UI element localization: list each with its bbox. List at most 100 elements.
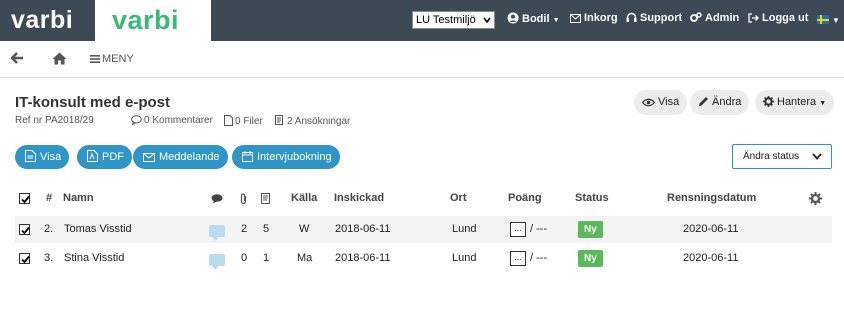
table-row[interactable]: 3. Stina Visstid 0 1 Ma 2018-06-11 Lund … bbox=[15, 245, 832, 272]
source: W bbox=[299, 223, 310, 235]
interview-booking-button[interactable]: Intervjubokning bbox=[232, 145, 340, 169]
user-menu[interactable]: Bodil ▼ bbox=[507, 12, 560, 25]
checkmark-icon bbox=[21, 195, 30, 204]
files-count[interactable]: 0 Filer bbox=[224, 115, 263, 127]
environment-select[interactable]: LU Testmiljö bbox=[412, 11, 495, 29]
manage-menu-button[interactable]: Hantera ▼ bbox=[755, 90, 835, 115]
sub-toolbar: MENY bbox=[0, 41, 844, 78]
score-total: / --- bbox=[530, 223, 548, 235]
status-badge[interactable]: Ny bbox=[578, 250, 603, 267]
gears-icon bbox=[690, 12, 702, 22]
support-link[interactable]: Support bbox=[626, 12, 682, 24]
message-label: Meddelande bbox=[159, 151, 220, 163]
calendar-icon bbox=[242, 151, 253, 162]
swedish-flag-icon[interactable] bbox=[817, 15, 829, 24]
select-all-checkbox[interactable] bbox=[19, 193, 30, 204]
varbi-logo[interactable]: varbi bbox=[0, 0, 95, 41]
city: Lund bbox=[452, 223, 477, 235]
edit-ad-button[interactable]: Ändra bbox=[690, 90, 750, 115]
manage-label: Hantera bbox=[777, 96, 817, 108]
documents-count: 5 bbox=[263, 223, 270, 235]
column-header-cleanup-date[interactable]: Rensningsdatum bbox=[667, 192, 756, 204]
user-icon bbox=[507, 12, 519, 24]
view-applications-label: Visa bbox=[40, 151, 62, 163]
documents-count: 1 bbox=[263, 252, 270, 264]
environment-select-value: LU Testmiljö bbox=[416, 14, 476, 26]
row-checkbox[interactable] bbox=[19, 253, 30, 264]
column-header-status[interactable]: Status bbox=[575, 192, 609, 204]
comment-column-icon bbox=[211, 194, 223, 204]
user-name: Bodil bbox=[522, 13, 550, 25]
logout-link[interactable]: Logga ut bbox=[748, 12, 808, 24]
gear-icon bbox=[763, 96, 774, 107]
applications-count[interactable]: 2 Ansökningar bbox=[275, 115, 350, 127]
row-checkbox[interactable] bbox=[19, 224, 30, 235]
attachments-count: 0 bbox=[241, 252, 248, 264]
view-applications-button[interactable]: Visa bbox=[15, 145, 70, 169]
files-label: 0 Filer bbox=[235, 116, 263, 127]
comments-count[interactable]: 0 Kommentarer bbox=[131, 115, 213, 126]
sign-out-icon bbox=[748, 13, 759, 23]
comment-bubble-icon[interactable] bbox=[209, 225, 225, 241]
column-header-number: # bbox=[46, 192, 53, 204]
pdf-button[interactable]: PDF bbox=[77, 145, 132, 169]
city: Lund bbox=[452, 252, 477, 264]
document-icon bbox=[25, 150, 36, 162]
submitted-date: 2018-06-11 bbox=[335, 252, 391, 264]
column-header-submitted[interactable]: Inskickad bbox=[334, 192, 384, 204]
varbi-logo-secondary[interactable]: varbi bbox=[95, 0, 211, 41]
score-total: / --- bbox=[530, 252, 548, 264]
view-ad-button[interactable]: Visa bbox=[634, 90, 688, 115]
checkmark-icon bbox=[21, 255, 30, 264]
column-header-source[interactable]: Källa bbox=[291, 192, 317, 204]
message-button[interactable]: Meddelande bbox=[133, 145, 228, 169]
main-menu-button[interactable]: MENY bbox=[90, 53, 134, 65]
row-number: 2. bbox=[44, 223, 54, 235]
column-header-city[interactable]: Ort bbox=[450, 192, 467, 204]
column-settings-gear-icon[interactable] bbox=[809, 192, 822, 205]
table-row[interactable]: 2. Tomas Visstid 2 5 W 2018-06-11 Lund .… bbox=[15, 216, 832, 243]
applications-label: 2 Ansökningar bbox=[287, 116, 351, 127]
logout-label: Logga ut bbox=[762, 12, 809, 24]
caret-down-icon: ▼ bbox=[819, 100, 827, 107]
interview-booking-label: Intervjubokning bbox=[257, 151, 332, 163]
home-icon[interactable] bbox=[52, 52, 67, 65]
top-navigation-bar: varbi varbi LU Testmiljö Bodil ▼ Inkorg … bbox=[0, 0, 844, 41]
score-input[interactable]: ... bbox=[510, 251, 526, 266]
cleanup-date: 2020-06-11 bbox=[683, 223, 739, 235]
applications-icon bbox=[275, 115, 283, 125]
language-caret-icon: ▼ bbox=[832, 16, 840, 25]
headset-icon bbox=[626, 12, 637, 22]
hamburger-icon bbox=[90, 55, 100, 63]
chevron-down-icon bbox=[483, 17, 491, 24]
inbox-label: Inkorg bbox=[584, 12, 618, 24]
caret-down-icon: ▼ bbox=[552, 17, 560, 24]
score-input[interactable]: ... bbox=[510, 222, 526, 237]
admin-link[interactable]: Admin bbox=[690, 12, 739, 24]
comment-bubble-icon[interactable] bbox=[209, 254, 225, 270]
documents-icon bbox=[261, 193, 270, 204]
pencil-icon bbox=[699, 97, 708, 106]
change-status-dropdown[interactable]: Ändra status bbox=[732, 144, 832, 169]
applicant-name[interactable]: Stina Visstid bbox=[64, 252, 124, 264]
comment-icon bbox=[131, 115, 142, 126]
applicant-name[interactable]: Tomas Visstid bbox=[64, 223, 132, 235]
row-number: 3. bbox=[44, 252, 54, 264]
view-ad-label: Visa bbox=[658, 96, 680, 108]
change-status-label: Ändra status bbox=[743, 151, 800, 162]
menu-label: MENY bbox=[102, 53, 134, 65]
pdf-file-icon bbox=[87, 150, 98, 162]
admin-label: Admin bbox=[705, 12, 740, 24]
inbox-link[interactable]: Inkorg bbox=[570, 12, 618, 24]
source: Ma bbox=[297, 252, 313, 264]
column-header-score[interactable]: Poäng bbox=[508, 192, 542, 204]
paperclip-icon bbox=[240, 193, 247, 205]
envelope-icon bbox=[143, 153, 155, 162]
back-arrow-icon[interactable] bbox=[11, 52, 24, 64]
submitted-date: 2018-06-11 bbox=[335, 223, 391, 235]
envelope-icon bbox=[570, 14, 581, 23]
checkmark-icon bbox=[21, 226, 30, 235]
comments-label: 0 Kommentarer bbox=[144, 115, 213, 126]
status-badge[interactable]: Ny bbox=[578, 221, 603, 238]
column-header-name[interactable]: Namn bbox=[63, 192, 94, 204]
